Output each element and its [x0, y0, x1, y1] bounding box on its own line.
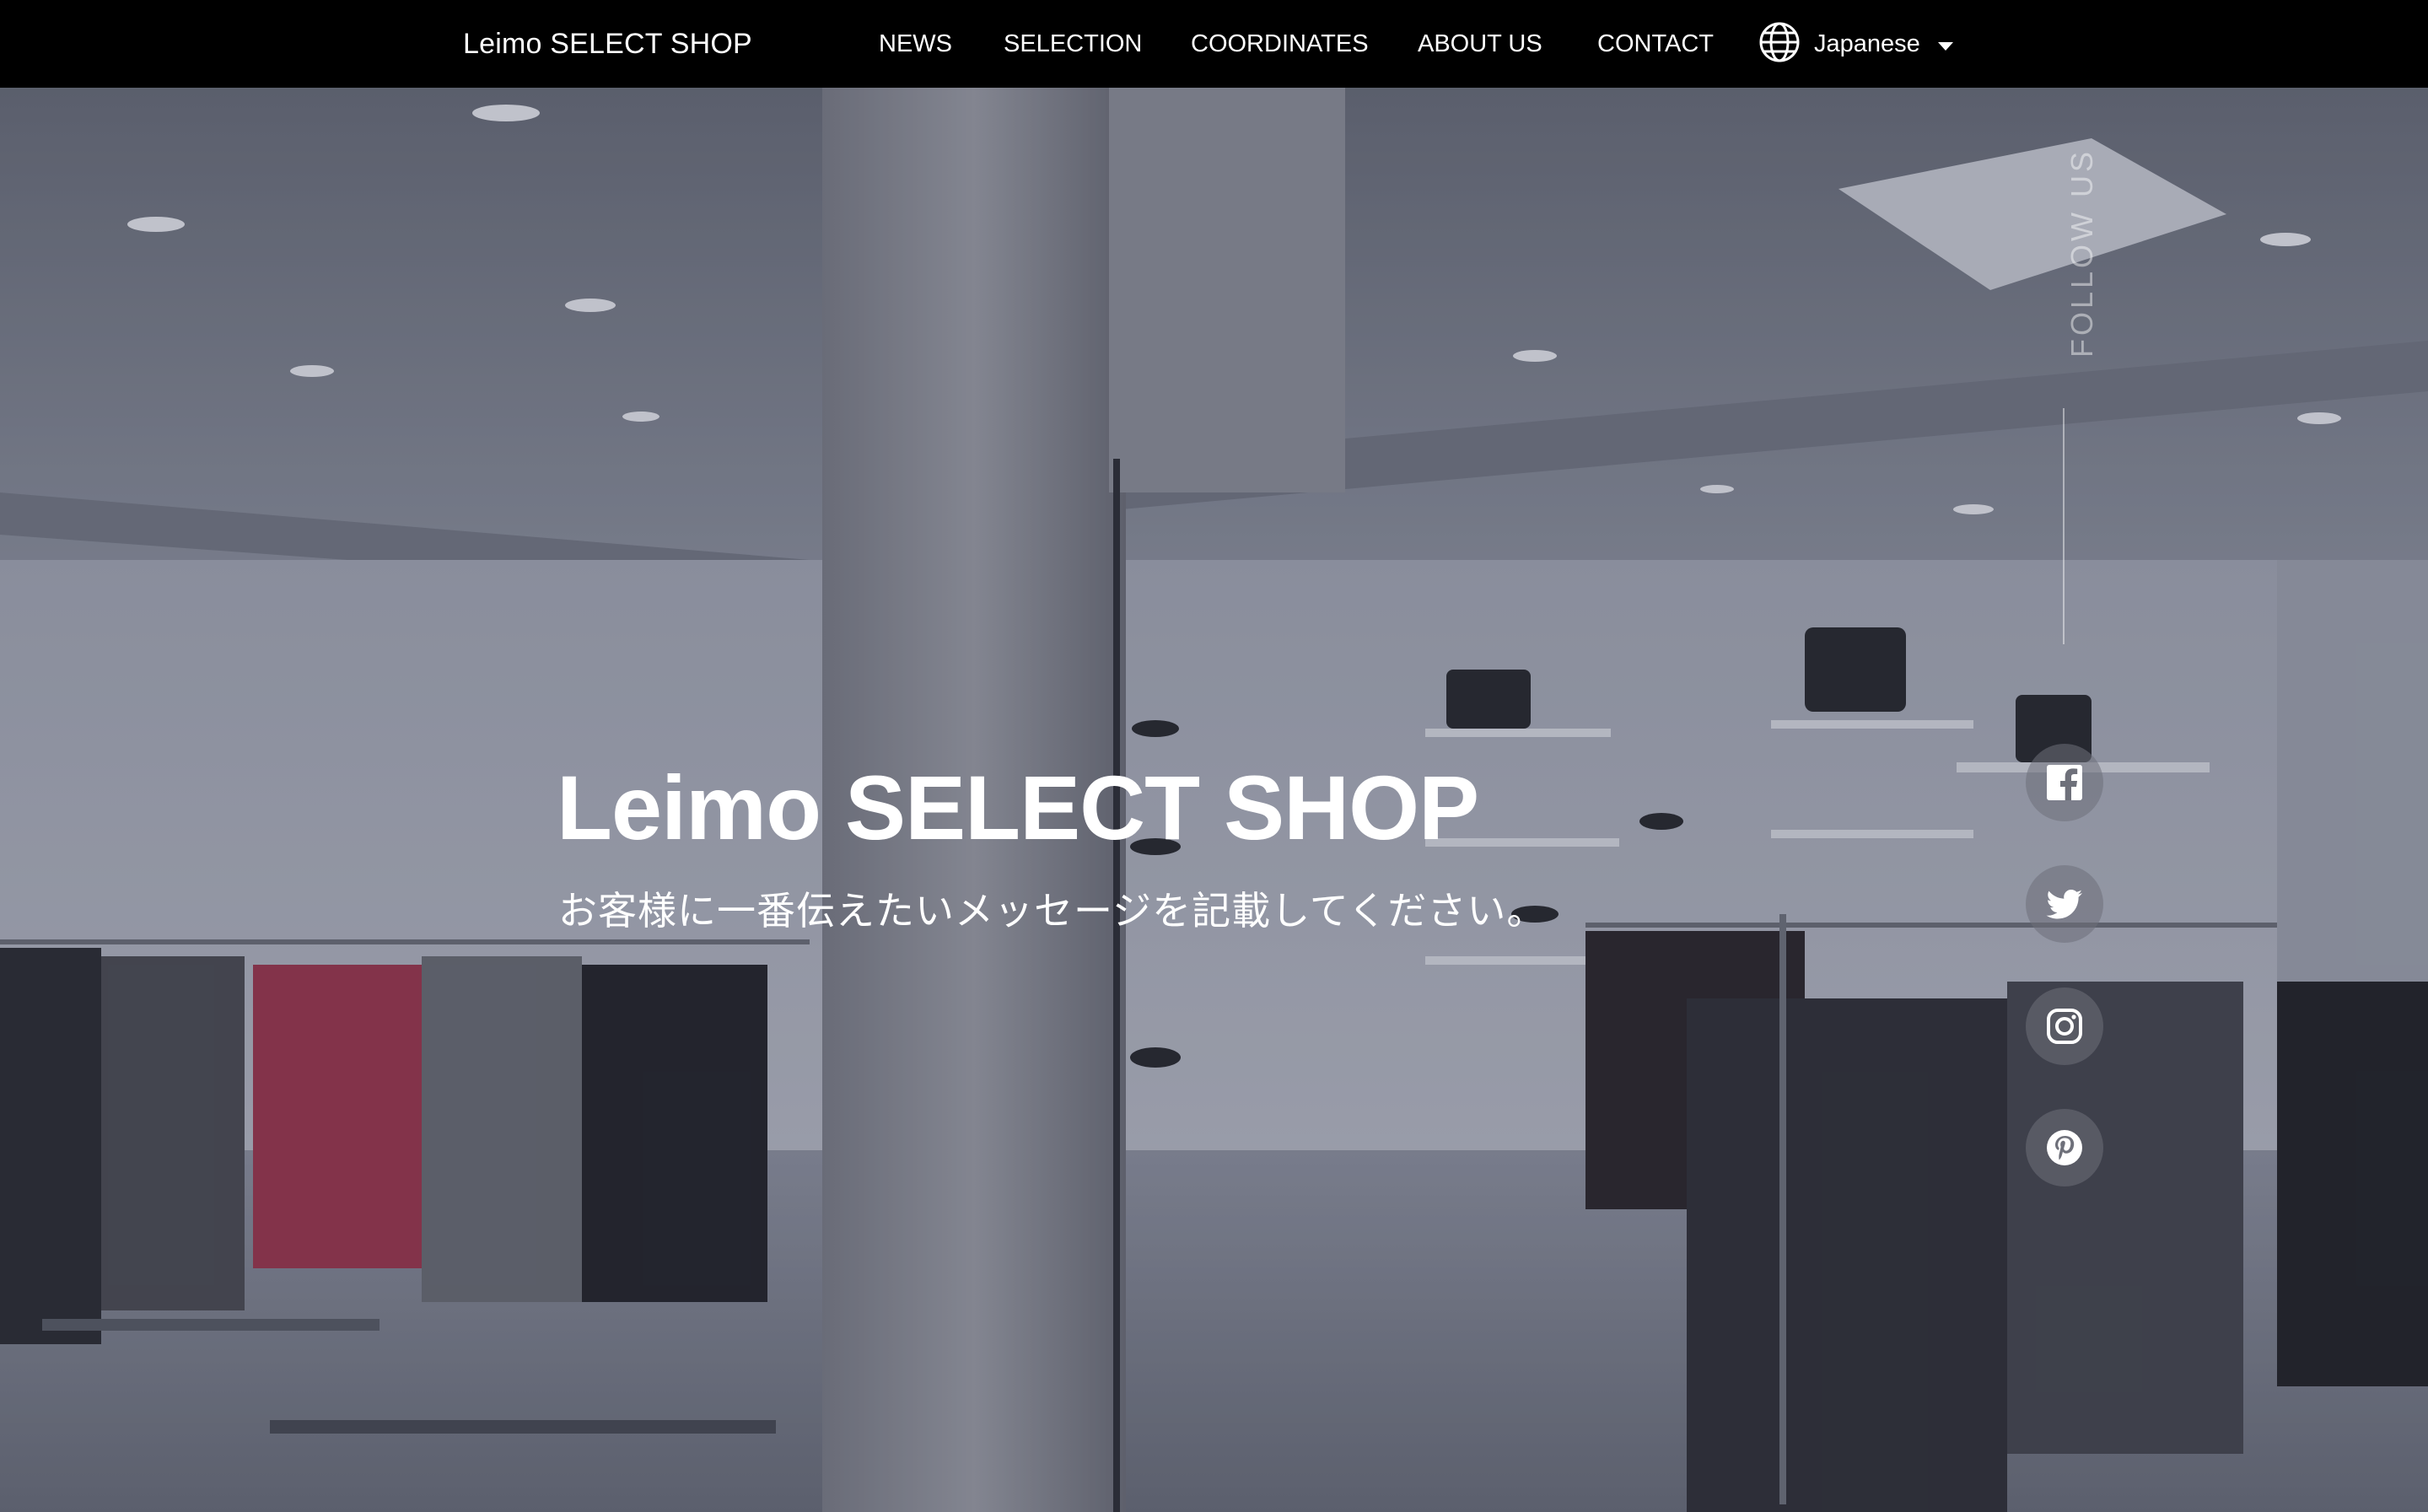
language-selector[interactable]: Japanese	[1758, 0, 1960, 88]
facebook-link[interactable]	[2026, 744, 2103, 821]
language-label: Japanese	[1814, 30, 1920, 57]
instagram-link[interactable]	[2026, 987, 2103, 1065]
twitter-icon	[2046, 890, 2082, 919]
hero-subtitle: お客様に一番伝えたいメッセージを記載してください。	[558, 888, 1547, 934]
chevron-down-icon	[1938, 42, 1953, 51]
hero-title: Leimo SELECT SHOP	[557, 756, 1479, 858]
nav-item-selection[interactable]: SELECTION	[1004, 0, 1142, 88]
facebook-icon	[2047, 765, 2082, 800]
site-logo[interactable]: Leimo SELECT SHOP	[463, 0, 752, 88]
hero-section: Leimo SELECT SHOP お客様に一番伝えたいメッセージを記載してくだ…	[0, 88, 2428, 1512]
nav-item-about-us[interactable]: ABOUT US	[1418, 0, 1542, 88]
pinterest-link[interactable]	[2026, 1109, 2103, 1186]
nav-item-news[interactable]: NEWS	[879, 0, 952, 88]
nav-item-coordinates[interactable]: COORDINATES	[1191, 0, 1369, 88]
nav-item-contact[interactable]: CONTACT	[1597, 0, 1714, 88]
site-header: Leimo SELECT SHOP NEWS SELECTION COORDIN…	[0, 0, 2428, 88]
twitter-link[interactable]	[2026, 865, 2103, 943]
pinterest-icon	[2047, 1130, 2082, 1165]
instagram-icon	[2047, 1009, 2082, 1044]
globe-icon	[1759, 22, 1800, 62]
follow-divider	[2063, 408, 2065, 644]
